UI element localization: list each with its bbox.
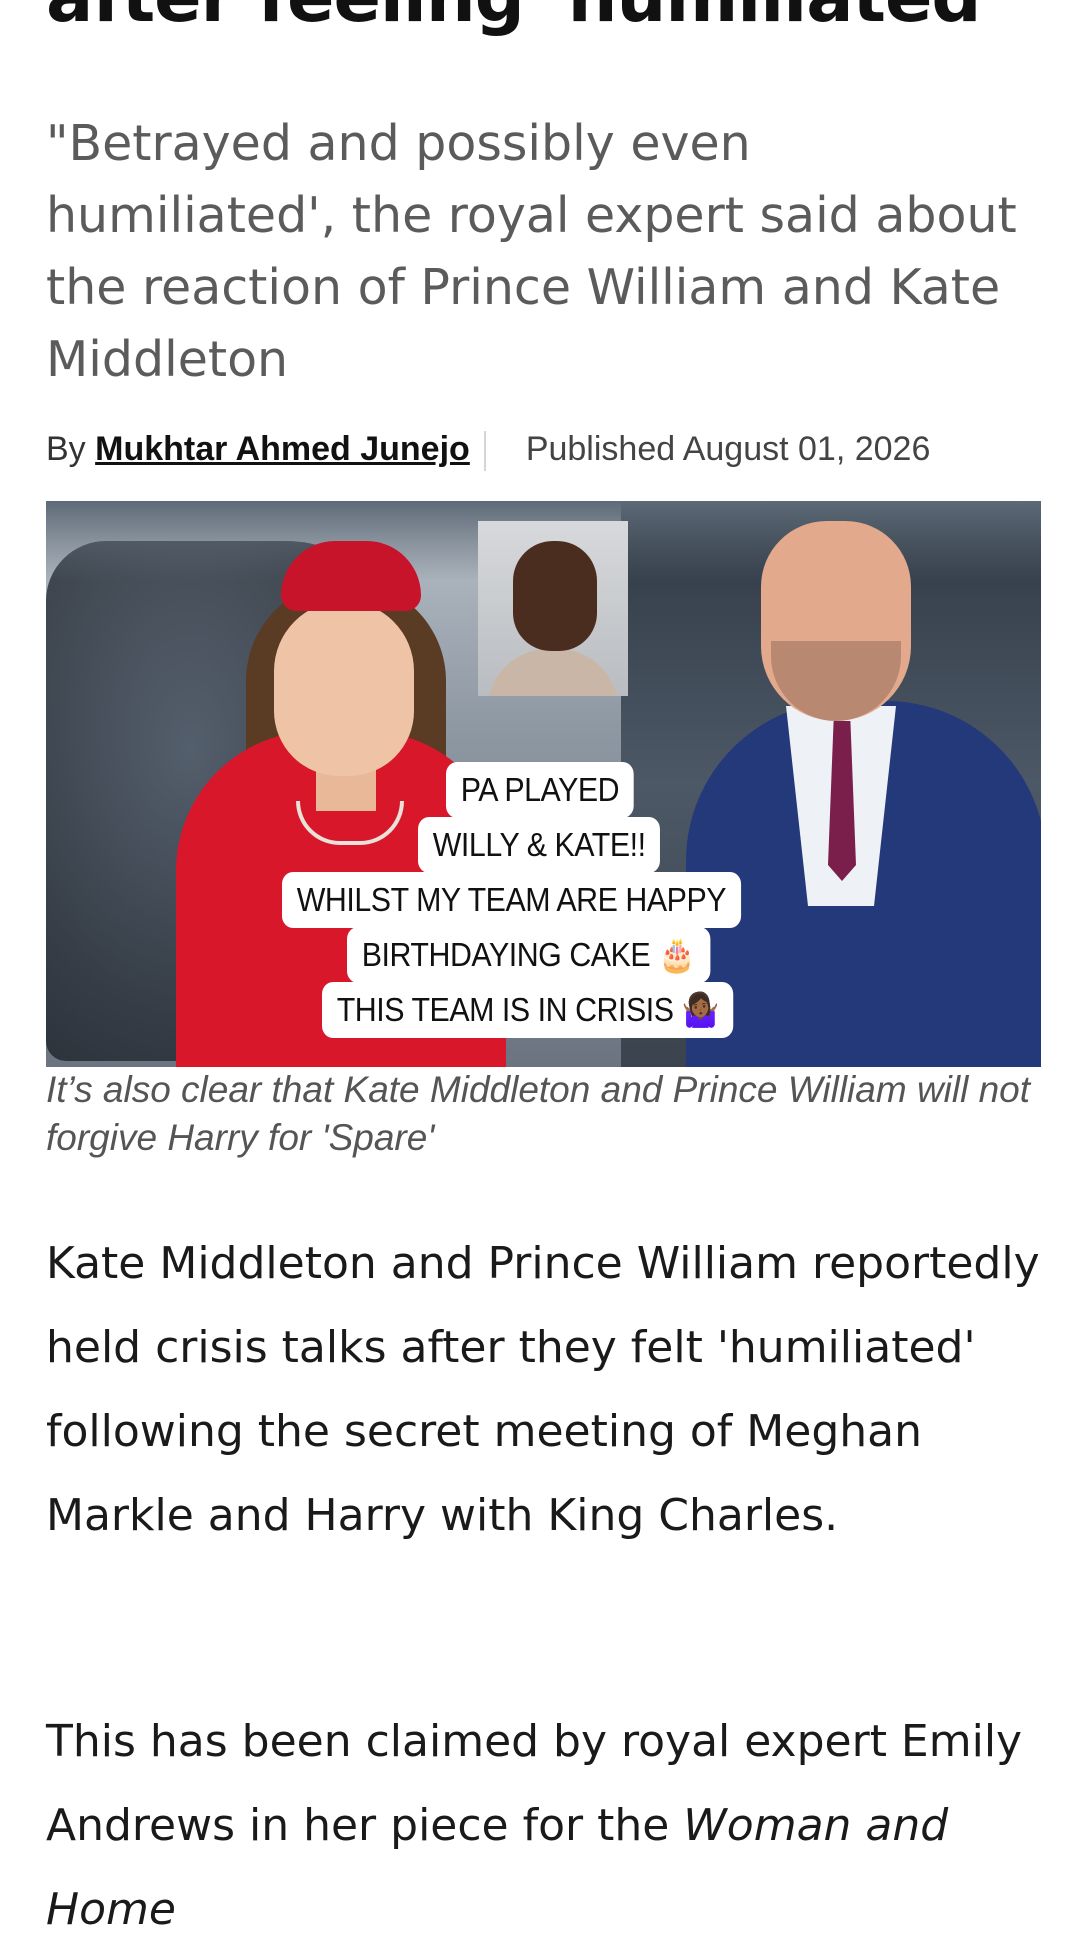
article-paragraph-1: Kate Middleton and Prince William report… <box>46 1238 1040 1541</box>
article-paragraph-2: This has been claimed by royal expert Em… <box>46 1700 1046 1952</box>
article-headline: after feeling 'humiliated' <box>46 0 1046 52</box>
photo-caption: It’s also clear that Kate Middleton and … <box>46 1069 1031 1158</box>
webcam-person-head <box>513 541 597 651</box>
author-link[interactable]: Mukhtar Ahmed Junejo <box>95 430 470 468</box>
article-photo <box>46 501 1041 1067</box>
byline-divider <box>483 431 486 472</box>
byline: By Mukhtar Ahmed Junejo Published August … <box>46 424 1036 474</box>
webcam-inset <box>478 521 628 696</box>
photo-figure-woman-face <box>274 601 414 776</box>
photo-figure-woman-hat <box>281 541 421 611</box>
webcam-person-shoulders <box>488 649 618 696</box>
published-date: Published August 01, 2026 <box>525 430 931 468</box>
article-subheadline: "Betrayed and possibly even humiliated',… <box>46 115 1017 388</box>
byline-by-label: By <box>46 430 86 468</box>
